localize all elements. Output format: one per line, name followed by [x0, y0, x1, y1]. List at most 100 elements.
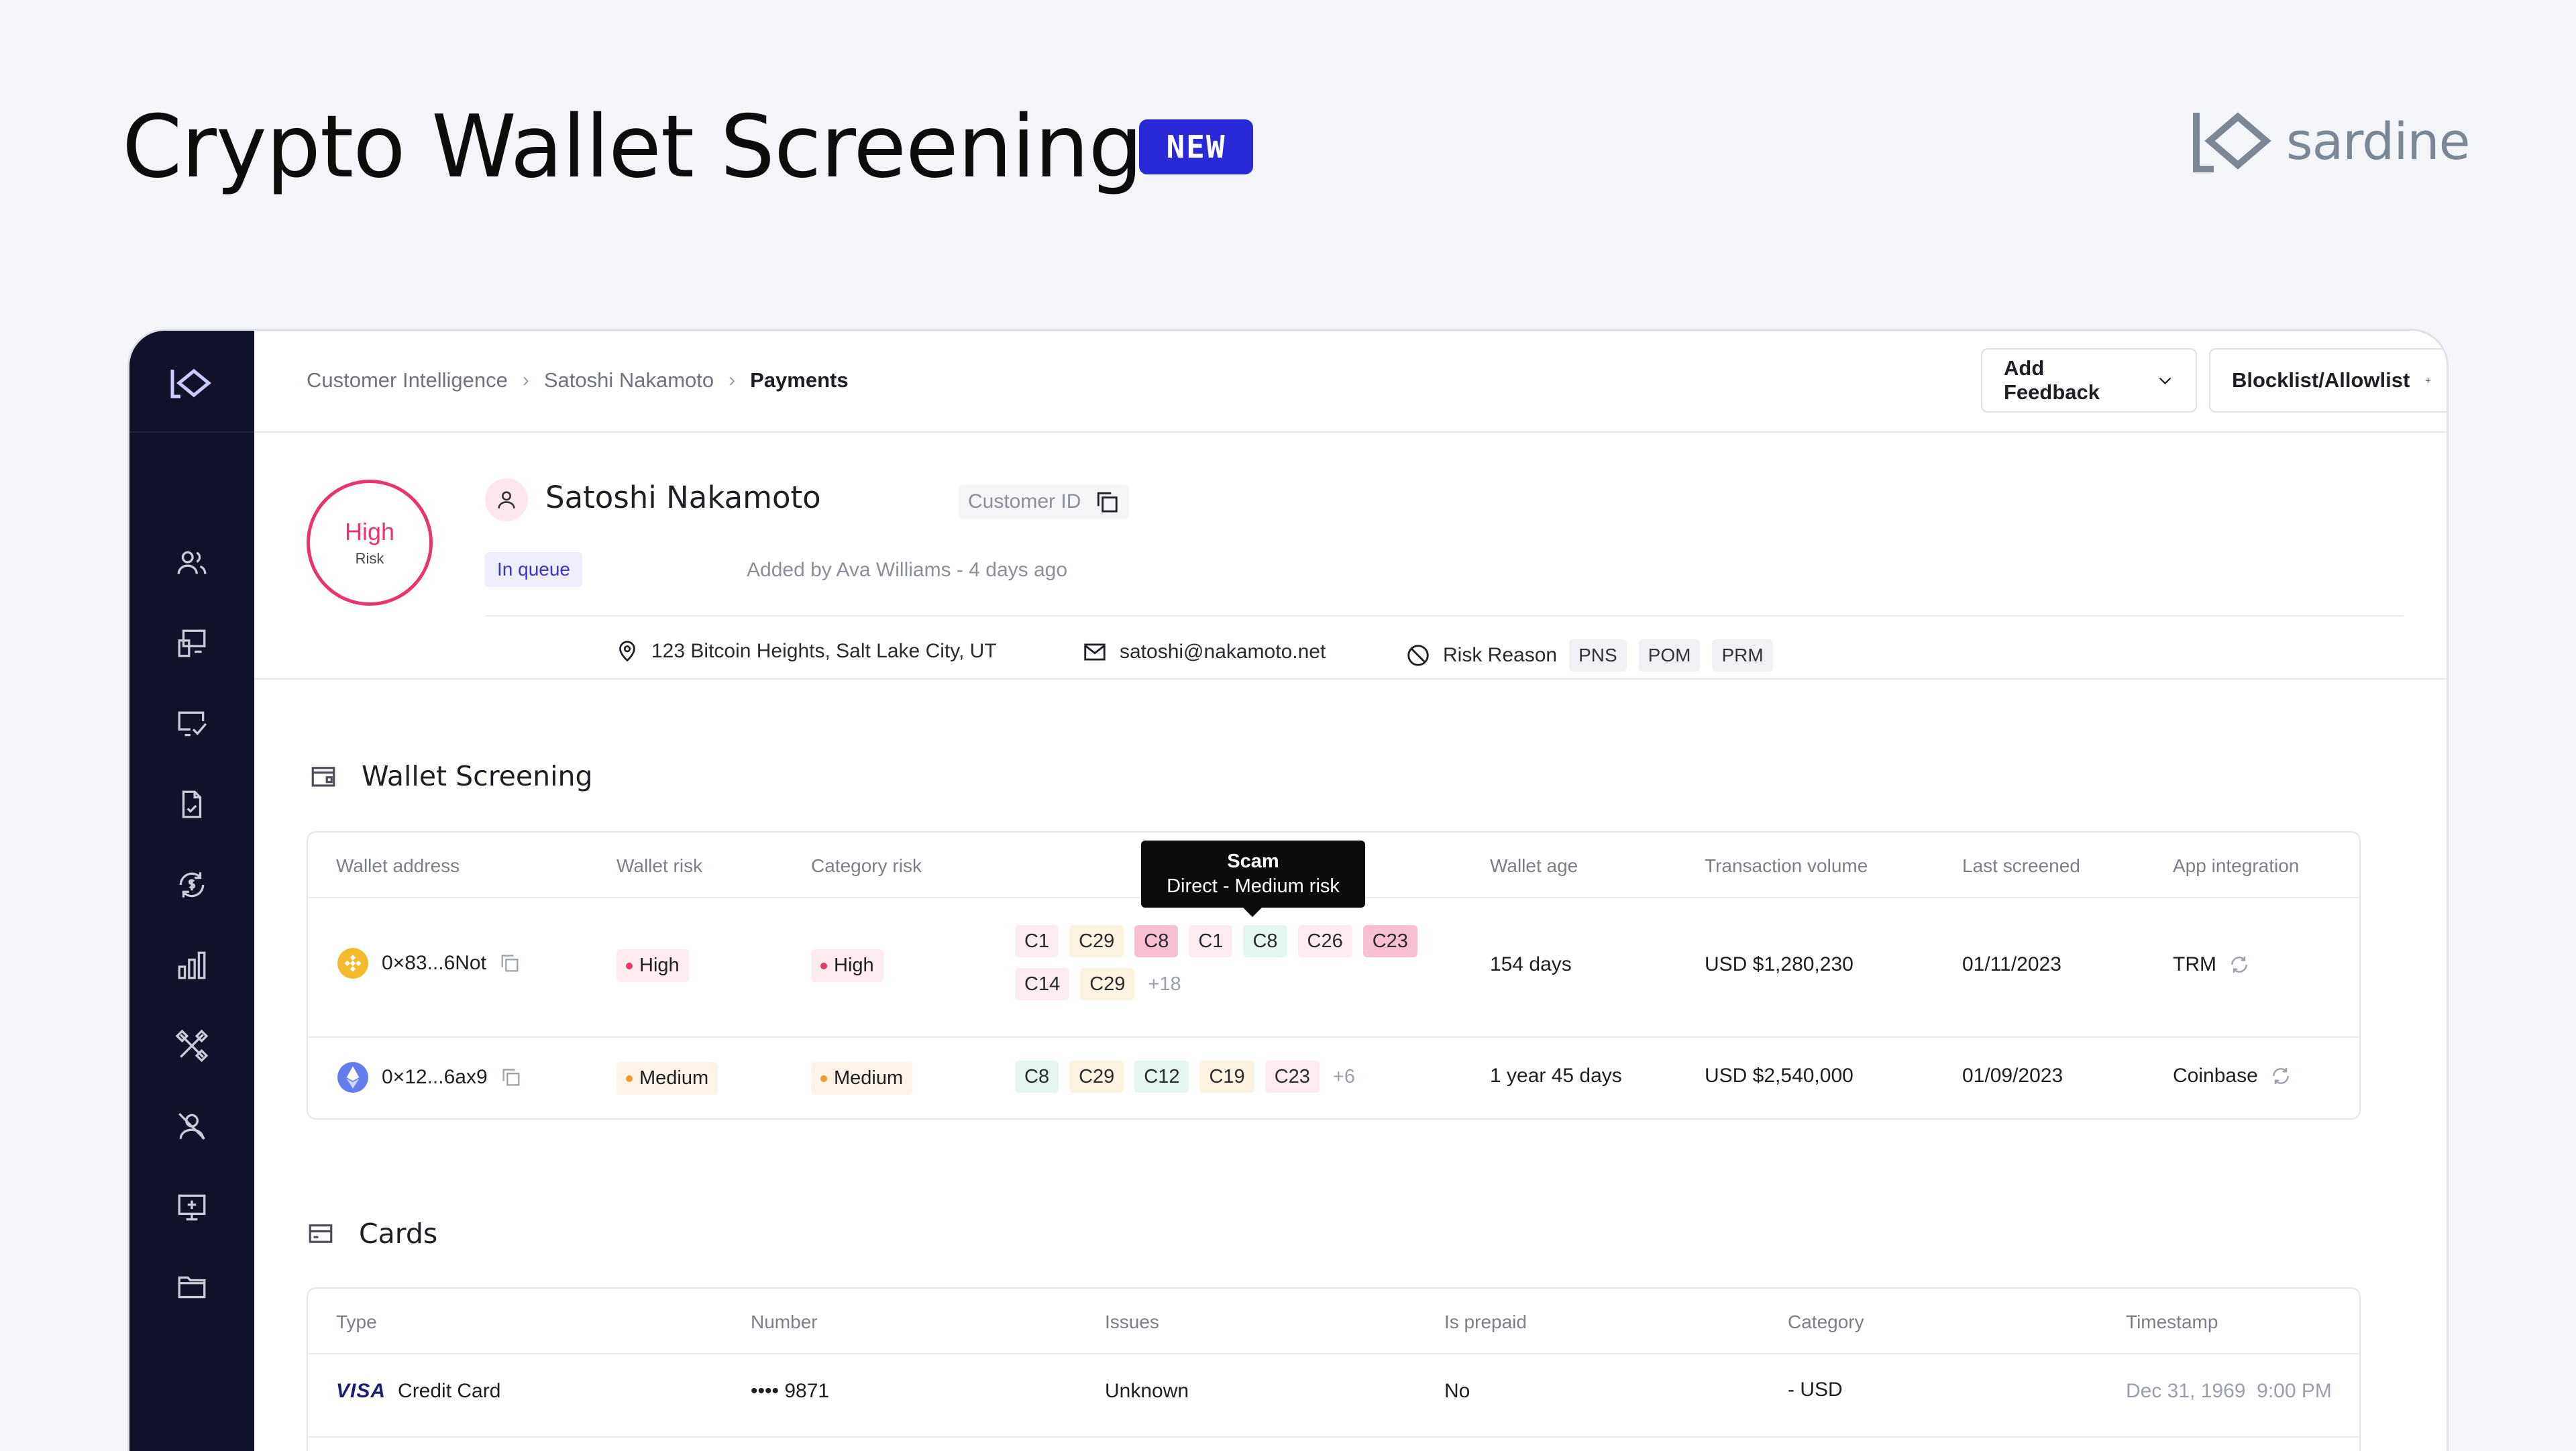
tools-icon[interactable] — [172, 1026, 212, 1066]
document-check-icon[interactable] — [172, 784, 212, 824]
blocklist-label: Blocklist/Allowlist — [2232, 368, 2410, 392]
column-header: Issues — [1105, 1311, 1159, 1332]
column-header: Category — [1788, 1311, 1864, 1332]
more-categories[interactable]: +6 — [1330, 1061, 1364, 1093]
risk-score-badge: High Risk — [307, 480, 433, 606]
monitor-plus-icon[interactable] — [172, 1187, 212, 1227]
risk-reason: Risk Reason PNS POM PRM — [1405, 639, 1773, 671]
refresh-icon[interactable] — [2229, 954, 2250, 975]
more-categories[interactable]: +18 — [1145, 968, 1190, 1000]
row-divider — [308, 1353, 2359, 1354]
card-prepaid: No — [1444, 1380, 1470, 1402]
risk-level: High — [344, 518, 395, 545]
ethereum-coin-icon — [337, 1062, 368, 1093]
chevron-right-icon: › — [522, 369, 529, 391]
user-icon — [498, 491, 515, 508]
add-feedback-button[interactable]: Add Feedback — [1981, 348, 2197, 413]
risk-pill-label: Medium — [834, 1067, 904, 1089]
risk-reason-tag: POM — [1638, 639, 1701, 671]
category-risk-cell: High — [811, 949, 883, 982]
users-icon[interactable] — [172, 543, 212, 583]
status-badge: In queue — [485, 552, 582, 587]
copy-icon[interactable] — [498, 952, 521, 975]
app-integration: TRM — [2173, 953, 2250, 976]
card-type-cell: VISA Credit Card — [336, 1380, 500, 1403]
chevron-down-icon — [2159, 377, 2171, 385]
add-feedback-label: Add Feedback — [2004, 356, 2100, 404]
breadcrumb-item-1[interactable]: Customer Intelligence — [307, 368, 508, 392]
column-header: Wallet age — [1490, 855, 1578, 876]
top-bar: Customer Intelligence › Satoshi Nakamoto… — [254, 331, 2447, 433]
category-tag[interactable]: C29 — [1069, 1061, 1124, 1093]
sidebar — [129, 331, 254, 1451]
column-header: Number — [751, 1311, 818, 1332]
refresh-icon[interactable] — [2270, 1065, 2292, 1087]
wallet-address: 0×83...6Not — [382, 952, 486, 974]
breadcrumb: Customer Intelligence › Satoshi Nakamoto… — [307, 368, 849, 392]
column-header: Wallet risk — [616, 855, 703, 876]
copy-icon[interactable] — [500, 1066, 523, 1089]
new-badge: NEW — [1139, 119, 1253, 174]
last-screened: 01/09/2023 — [1962, 1065, 2063, 1087]
brand-name: sardine — [2286, 111, 2470, 171]
customer-id[interactable]: Customer ID — [959, 485, 1130, 519]
column-header: Category risk — [811, 855, 922, 876]
card-number: •••• 9871 — [751, 1380, 830, 1402]
category-tag-hovered[interactable]: C8 — [1134, 925, 1179, 957]
category-tag[interactable]: C23 — [1265, 1061, 1320, 1093]
category-tag[interactable]: C29 — [1069, 925, 1124, 957]
copy-icon — [1097, 492, 1118, 513]
risk-dot — [626, 962, 633, 969]
risk-dot — [820, 962, 827, 969]
app-integration: Coinbase — [2173, 1065, 2292, 1087]
risk-pill-medium: Medium — [811, 1062, 913, 1095]
category-tag[interactable]: C23 — [1362, 925, 1417, 957]
column-header: Type — [336, 1311, 377, 1332]
divider — [485, 615, 2404, 616]
monitor-icon[interactable] — [172, 623, 212, 663]
category-tag[interactable]: C14 — [1015, 968, 1070, 1000]
customer-id-label: Customer ID — [968, 490, 1081, 513]
category-tag[interactable]: C19 — [1199, 1061, 1254, 1093]
main-content: Customer Intelligence › Satoshi Nakamoto… — [254, 331, 2447, 1451]
refresh-dollar-icon[interactable] — [172, 865, 212, 905]
blocked-icon — [1407, 645, 1429, 666]
folder-icon[interactable] — [172, 1267, 212, 1307]
category-tag[interactable]: C8 — [1015, 1061, 1059, 1093]
category-tag[interactable]: C1 — [1015, 925, 1059, 957]
column-header: Wallet address — [336, 855, 460, 876]
app-logo-icon[interactable] — [168, 366, 213, 404]
blocklist-allowlist-button[interactable]: Blocklist/Allowlist — [2209, 348, 2447, 413]
column-header: Transaction volume — [1705, 855, 1868, 876]
cards-table: Type Number Issues Is prepaid Category T… — [307, 1287, 2361, 1451]
category-tooltip: Scam Direct - Medium risk — [1141, 841, 1365, 917]
divider — [254, 678, 2447, 680]
risk-reason-label: Risk Reason — [1443, 644, 1558, 666]
chevron-right-icon: › — [729, 369, 736, 391]
bar-chart-icon[interactable] — [172, 945, 212, 985]
breadcrumb-item-2[interactable]: Satoshi Nakamoto — [544, 368, 714, 392]
row-divider — [308, 1436, 2359, 1438]
category-tag[interactable]: C12 — [1134, 1061, 1189, 1093]
screen-check-icon[interactable] — [172, 704, 212, 744]
card-type: Credit Card — [398, 1380, 501, 1402]
user-off-icon[interactable] — [172, 1106, 212, 1146]
card-timestamp: Dec 31, 1969 9:00 PM — [2126, 1380, 2332, 1402]
risk-pill-label: High — [834, 955, 874, 976]
category-tag[interactable]: C26 — [1297, 925, 1352, 957]
category-tag[interactable]: C8 — [1243, 925, 1287, 957]
category-tag[interactable]: C29 — [1080, 968, 1135, 1000]
category-tag[interactable]: C1 — [1189, 925, 1233, 957]
card-issues: Unknown — [1105, 1380, 1189, 1402]
added-by-text: Added by Ava Williams - 4 days ago — [747, 559, 1068, 581]
risk-dot — [626, 1075, 633, 1082]
sidebar-divider — [129, 431, 254, 433]
mail-icon — [1084, 643, 1106, 661]
risk-sub-label: Risk — [355, 550, 384, 567]
wallet-screening-heading: Wallet Screening — [309, 760, 593, 792]
last-screened: 01/11/2023 — [1962, 953, 2061, 975]
breadcrumb-current: Payments — [750, 368, 849, 392]
wallet-address: 0×12...6ax9 — [382, 1066, 488, 1088]
customer-email: satoshi@nakamoto.net — [1082, 639, 1326, 665]
category-tags: C8 C29 C12 C19 C23 +6 — [1015, 1061, 1485, 1093]
